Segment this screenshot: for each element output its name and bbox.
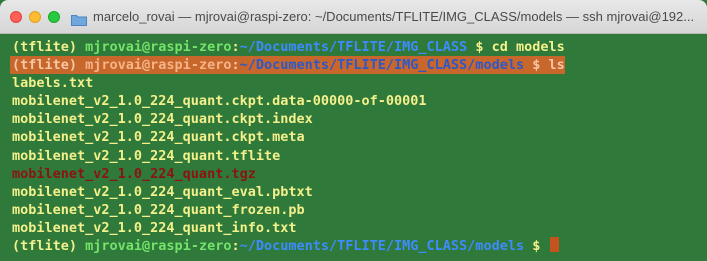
terminal-window: marcelo_rovai — mjrovai@raspi-zero: ~/Do… <box>0 0 707 261</box>
close-button[interactable] <box>10 10 22 23</box>
prompt-line-cd: (tflite) mjrovai@raspi-zero:~/Documents/… <box>12 38 707 56</box>
prompt-user: mjrovai@raspi-zero <box>85 238 232 255</box>
file-entry: mobilenet_v2_1.0_224_quant.ckpt.meta <box>12 129 305 146</box>
prompt-command: $ cd models <box>467 39 565 55</box>
terminal-output[interactable]: (tflite) mjrovai@raspi-zero:~/Documents/… <box>0 35 707 261</box>
prompt-line-current: (tflite) mjrovai@raspi-zero:~/Documents/… <box>12 237 707 255</box>
prompt-line-ls-selected: (tflite) mjrovai@raspi-zero:~/Documents/… <box>10 56 565 75</box>
maximize-button[interactable] <box>48 10 60 23</box>
prompt-env: (tflite) <box>12 238 86 255</box>
file-entry: mobilenet_v2_1.0_224_quant.tflite <box>12 147 281 164</box>
file-entry: mobilenet_v2_1.0_224_quant_info.txt <box>12 219 297 236</box>
prompt-colon: : <box>231 39 240 55</box>
prompt-path: ~/Documents/TFLITE/IMG_CLASS/models <box>239 57 525 74</box>
file-entry: mobilenet_v2_1.0_224_quant.ckpt.index <box>12 111 313 128</box>
file-entry: mobilenet_v2_1.0_224_quant_frozen.pb <box>12 201 305 218</box>
file-entry: labels.txt <box>12 75 94 92</box>
file-entry: mobilenet_v2_1.0_224_quant_eval.pbtxt <box>12 183 313 200</box>
prompt-user: mjrovai@raspi-zero <box>85 39 232 55</box>
title-bar: marcelo_rovai — mjrovai@raspi-zero: ~/Do… <box>0 0 707 34</box>
prompt-user: mjrovai@raspi-zero <box>85 57 232 74</box>
file-entry-archive: mobilenet_v2_1.0_224_quant.tgz <box>12 165 256 182</box>
prompt-env: (tflite) <box>12 57 86 74</box>
prompt-colon: : <box>231 238 240 255</box>
file-entry: mobilenet_v2_1.0_224_quant.ckpt.data-000… <box>12 93 427 110</box>
prompt-path: ~/Documents/TFLITE/IMG_CLASS/models <box>239 238 525 255</box>
prompt-command: $ ls <box>524 57 565 74</box>
prompt-path: ~/Documents/TFLITE/IMG_CLASS <box>239 39 468 55</box>
prompt-env: (tflite) <box>12 39 86 55</box>
minimize-button[interactable] <box>29 10 41 23</box>
prompt-colon: : <box>231 57 240 74</box>
folder-icon <box>71 11 87 26</box>
text-cursor <box>550 237 560 253</box>
window-title: marcelo_rovai — mjrovai@raspi-zero: ~/Do… <box>93 9 695 24</box>
prompt-command: $ <box>524 238 549 255</box>
